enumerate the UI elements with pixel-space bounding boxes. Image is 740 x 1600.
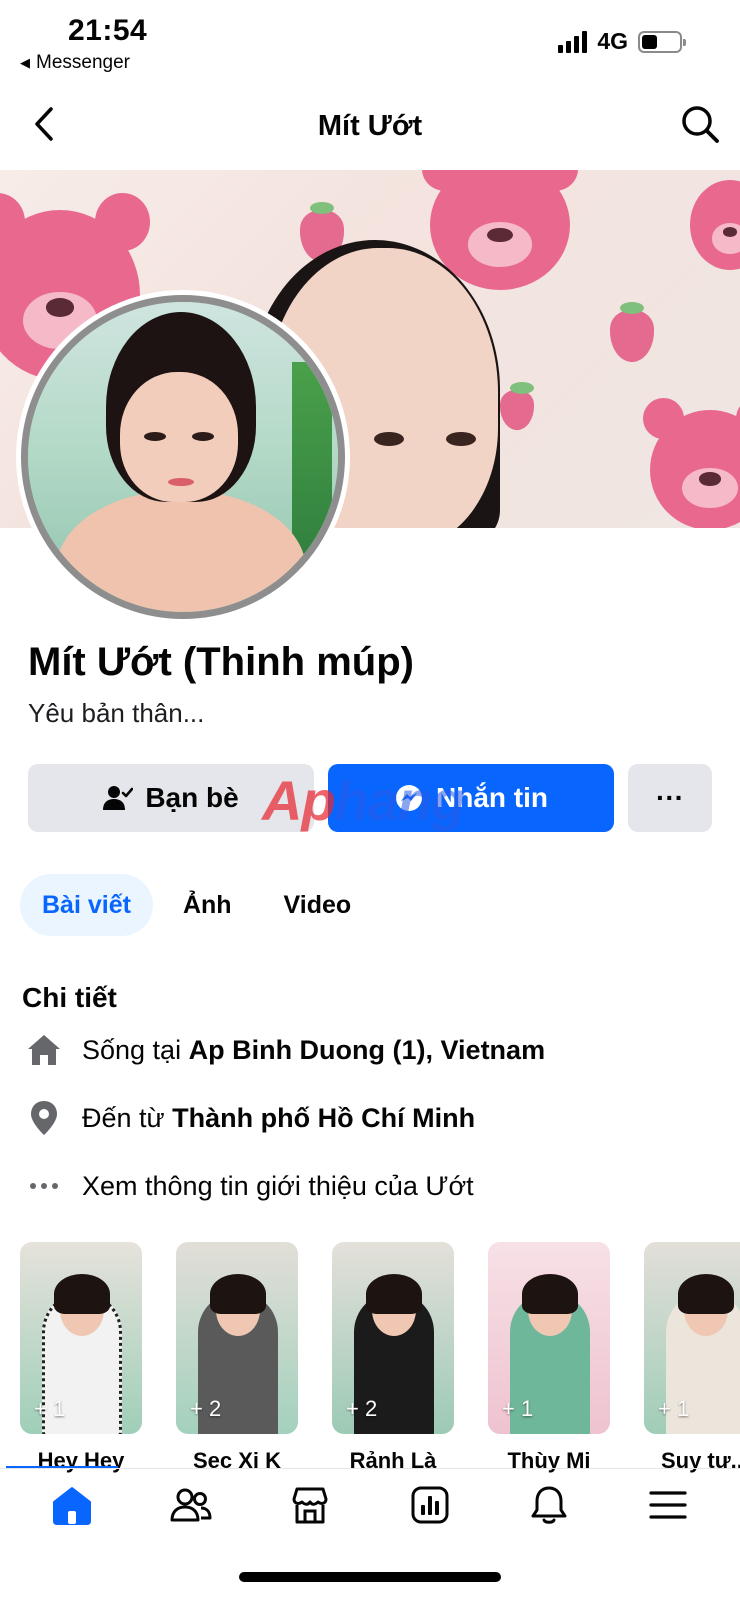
marketplace-icon — [292, 1487, 328, 1523]
messenger-icon — [396, 785, 422, 811]
home-indicator-bar — [239, 1572, 501, 1582]
highlight-item[interactable]: + 1 Thùy Mi — [488, 1242, 610, 1474]
notifications-bell-icon — [531, 1486, 567, 1524]
more-options-button[interactable]: ··· — [628, 764, 712, 832]
detail-from: Đến từ Thành phố Hồ Chí Minh — [26, 1100, 475, 1136]
bottom-nav — [0, 1468, 740, 1540]
see-about-info-label: Xem thông tin giới thiệu của Ướt — [82, 1170, 474, 1201]
friends-icon — [170, 1488, 212, 1521]
tab-posts[interactable]: Bài viết — [20, 874, 153, 936]
home-house-icon — [26, 1032, 62, 1068]
nav-dashboard[interactable] — [400, 1475, 460, 1535]
highlight-count: + 1 — [658, 1396, 690, 1421]
back-triangle-icon: ◀ — [20, 55, 30, 70]
nav-notifications[interactable] — [519, 1475, 579, 1535]
friends-button[interactable]: Bạn bè — [28, 764, 314, 832]
location-pin-icon — [26, 1100, 62, 1136]
status-bar: 21:54 ◀ Messenger 4G — [0, 0, 740, 80]
status-indicators: 4G — [558, 28, 686, 55]
signal-icon — [558, 30, 588, 53]
message-button[interactable]: Nhắn tin — [328, 764, 614, 832]
nav-friends[interactable] — [161, 1475, 221, 1535]
back-to-app-link[interactable]: ◀ Messenger — [20, 52, 130, 74]
profile-bio: Yêu bản thân... — [28, 698, 205, 728]
menu-icon — [649, 1490, 687, 1519]
page-title: Mít Ướt — [317, 110, 423, 142]
story-highlights: + 1 Hey Hey + 2 Sec Xi K + 2 Rảnh Là + 1… — [20, 1242, 740, 1474]
profile-name: Mít Ướt (Thinh múp) — [28, 640, 414, 684]
status-time: 21:54 — [68, 14, 148, 47]
tab-photos[interactable]: Ảnh — [161, 874, 254, 936]
highlight-count: + 2 — [190, 1396, 222, 1421]
highlight-count: + 1 — [502, 1396, 534, 1421]
back-app-label: Messenger — [36, 52, 130, 73]
search-button[interactable] — [678, 102, 722, 146]
highlight-item[interactable]: + 2 Rảnh Là — [332, 1242, 454, 1474]
search-icon — [682, 106, 719, 143]
friends-button-label: Bạn bè — [145, 782, 239, 813]
highlight-count: + 2 — [346, 1396, 378, 1421]
nav-home[interactable] — [42, 1475, 102, 1535]
more-horizontal-icon — [26, 1168, 62, 1204]
nav-marketplace[interactable] — [280, 1475, 340, 1535]
highlight-item[interactable]: + 1 Suy tư... — [644, 1242, 740, 1474]
profile-header: Mít Ướt — [0, 88, 740, 162]
home-icon — [52, 1486, 91, 1525]
nav-menu[interactable] — [638, 1475, 698, 1535]
profile-tabs: Bài viết Ảnh Video — [20, 874, 373, 936]
profile-avatar[interactable] — [16, 290, 350, 624]
tab-videos[interactable]: Video — [262, 874, 374, 936]
message-button-label: Nhắn tin — [436, 782, 548, 813]
see-about-info-link[interactable]: Xem thông tin giới thiệu của Ướt — [26, 1168, 474, 1204]
highlight-item[interactable]: + 2 Sec Xi K — [176, 1242, 298, 1474]
network-type: 4G — [597, 28, 628, 54]
friend-check-icon — [103, 786, 134, 810]
dashboard-icon — [411, 1486, 449, 1523]
details-heading: Chi tiết — [22, 982, 117, 1013]
battery-icon — [638, 30, 686, 53]
highlight-item[interactable]: + 1 Hey Hey — [20, 1242, 142, 1474]
more-dots-icon: ··· — [656, 782, 684, 813]
detail-lives-in: Sống tại Ap Binh Duong (1), Vietnam — [26, 1032, 545, 1068]
highlight-count: + 1 — [34, 1396, 66, 1421]
